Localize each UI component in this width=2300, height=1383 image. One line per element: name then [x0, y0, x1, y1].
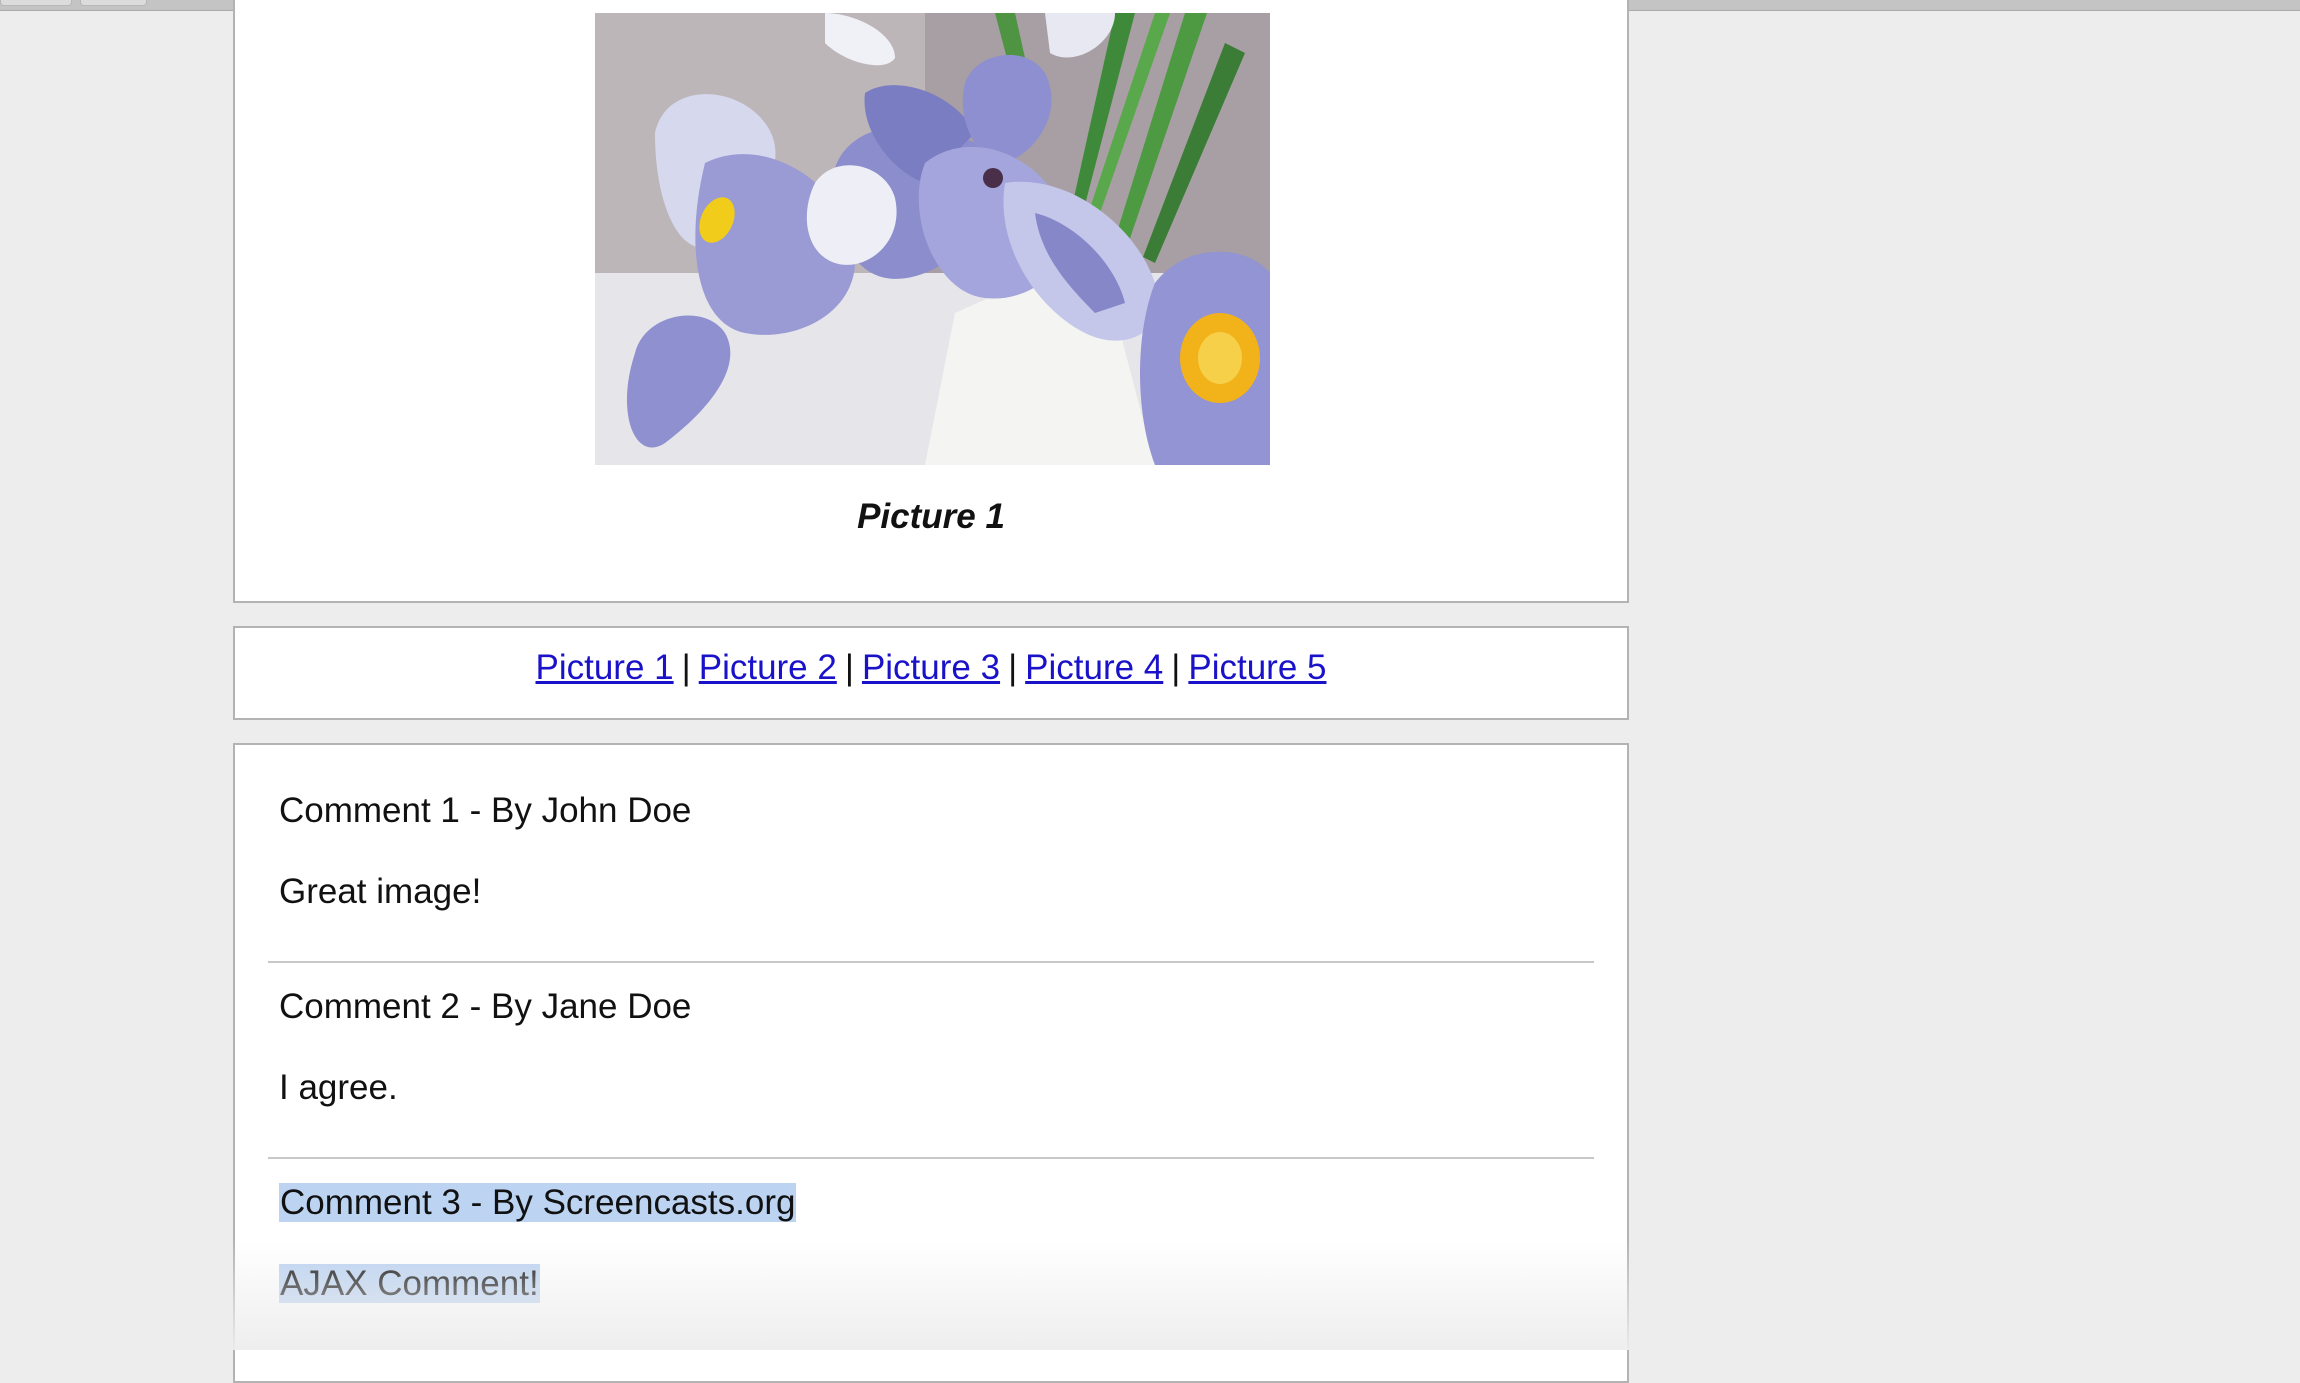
picture-caption: Picture 1 — [857, 497, 1005, 536]
picture-link-3[interactable]: Picture 3 — [862, 648, 1000, 687]
picture-link-1[interactable]: Picture 1 — [536, 648, 674, 687]
comment-body: I agree. — [279, 1068, 398, 1107]
comment-divider — [268, 1157, 1594, 1159]
comments-panel: Comment 1 - By John Doe Great image! Com… — [233, 743, 1629, 1383]
browser-tab-stub[interactable] — [0, 0, 72, 6]
comment-divider — [268, 961, 1594, 963]
picture-link-4[interactable]: Picture 4 — [1025, 648, 1163, 687]
picture-link-5[interactable]: Picture 5 — [1188, 648, 1326, 687]
comment-body: Great image! — [279, 872, 482, 911]
browser-tab-stub[interactable] — [80, 0, 147, 6]
link-separator: | — [681, 648, 691, 687]
selected-text: AJAX Comment! — [279, 1264, 540, 1303]
picture-navigation: Picture 1 | Picture 2 | Picture 3 | Picture 4 |… — [233, 626, 1629, 720]
comment-title: Comment 3 - By Screencasts.org — [279, 1181, 797, 1225]
link-separator: | — [844, 648, 854, 687]
picture-link-2[interactable]: Picture 2 — [699, 648, 837, 687]
link-separator: | — [1171, 648, 1181, 687]
comment-body: AJAX Comment! — [279, 1262, 540, 1306]
link-separator: | — [1008, 648, 1018, 687]
comment-title: Comment 1 - By John Doe — [279, 791, 692, 830]
selected-text: Comment 3 - By Screencasts.org — [279, 1183, 797, 1222]
picture-image — [595, 13, 1270, 465]
comment-title: Comment 2 - By Jane Doe — [279, 987, 692, 1026]
picture-panel: Picture 1 — [233, 0, 1629, 603]
picture-link-list: Picture 1 | Picture 2 | Picture 3 | Picture 4 |… — [235, 648, 1627, 688]
